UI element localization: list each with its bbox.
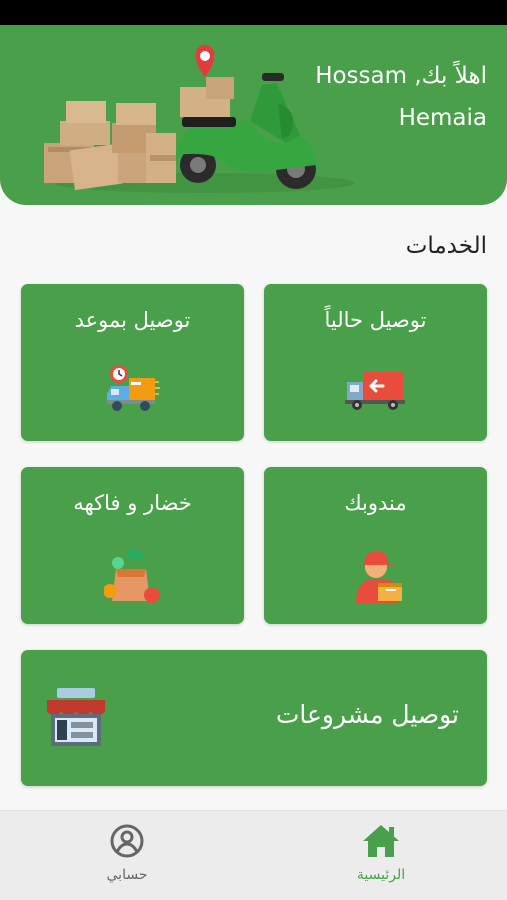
service-card-label: مندوبك xyxy=(344,491,407,515)
greeting-line-2: Hemaia xyxy=(398,105,487,131)
services-title: الخدمات xyxy=(405,233,487,259)
service-card-vegetables-fruits[interactable]: خضار و فاكهه xyxy=(21,467,244,624)
service-card-courier[interactable]: مندوبك xyxy=(264,467,487,624)
status-bar xyxy=(0,0,507,25)
scheduled-delivery-icon xyxy=(106,365,160,411)
nav-home[interactable]: الرئيسية xyxy=(326,823,436,883)
nav-home-label: الرئيسية xyxy=(356,867,406,883)
service-card-label: خضار و فاكهه xyxy=(73,491,192,515)
vegetables-fruits-icon xyxy=(103,548,160,603)
service-card-scheduled-delivery[interactable]: توصيل بموعد xyxy=(21,284,244,441)
courier-icon xyxy=(355,551,402,603)
header-banner: اهلاً بك, Hossam Hemaia xyxy=(0,25,507,205)
greeting: اهلاً بك, Hossam Hemaia xyxy=(277,55,487,139)
home-icon xyxy=(363,825,399,857)
nav-account-label: حسابي xyxy=(106,867,148,883)
service-card-label: توصيل مشروعات xyxy=(275,700,459,729)
service-card-project-delivery[interactable]: توصيل مشروعات xyxy=(21,650,487,786)
shop-icon xyxy=(47,688,105,746)
nav-account[interactable]: حسابي xyxy=(72,823,182,883)
bottom-nav: الرئيسية حسابي xyxy=(0,810,507,900)
account-icon xyxy=(110,824,144,858)
service-card-label: توصيل حالياً xyxy=(324,308,427,332)
service-card-delivery-now[interactable]: توصيل حالياً xyxy=(264,284,487,441)
service-card-label: توصيل بموعد xyxy=(74,308,191,332)
greeting-line-1: اهلاً بك, Hossam xyxy=(315,63,487,89)
delivery-truck-icon xyxy=(344,372,405,410)
